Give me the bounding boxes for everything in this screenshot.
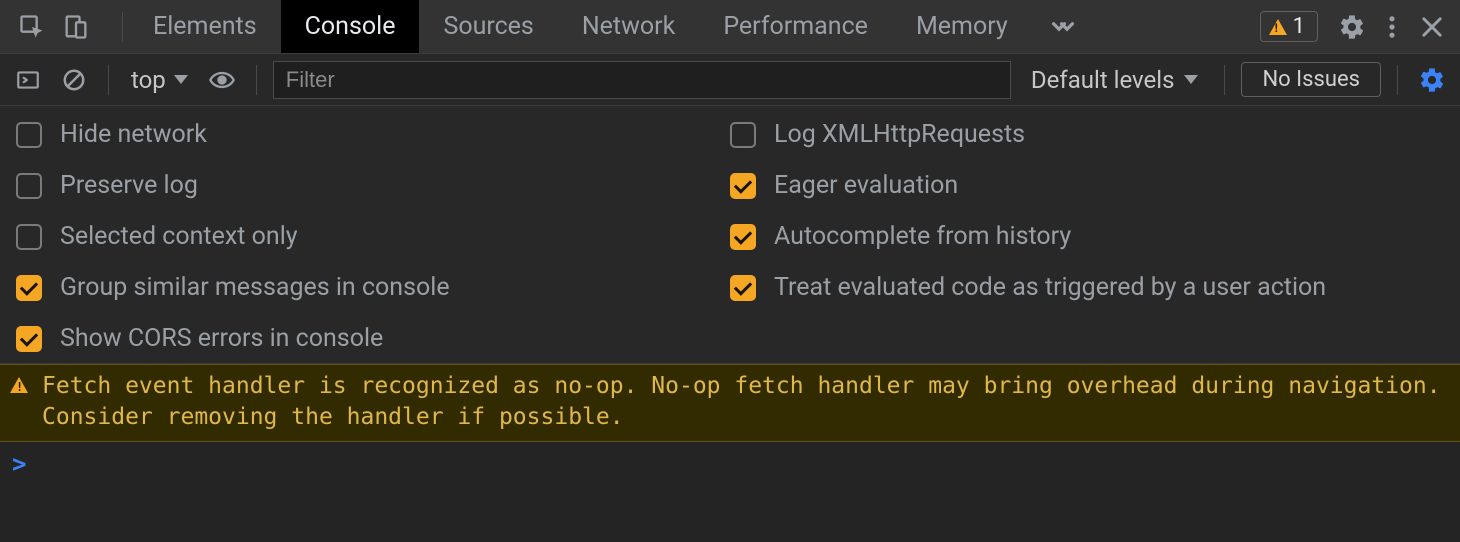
console-settings-panel: Hide network Log XMLHttpRequests Preserv…	[0, 106, 1460, 364]
toggle-console-sidebar-icon[interactable]	[10, 62, 46, 98]
setting-treat-evaluated-user-action[interactable]: Treat evaluated code as triggered by a u…	[730, 273, 1444, 302]
tab-console[interactable]: Console	[281, 0, 420, 53]
setting-label: Log XMLHttpRequests	[774, 120, 1025, 149]
chevron-down-icon	[174, 75, 188, 84]
chevron-down-icon	[1184, 75, 1198, 84]
device-toolbar-icon[interactable]	[56, 7, 96, 47]
checkbox-icon	[730, 122, 756, 148]
setting-label: Autocomplete from history	[774, 222, 1071, 251]
checkbox-icon	[16, 173, 42, 199]
checkbox-icon	[16, 122, 42, 148]
context-label: top	[131, 66, 166, 94]
tab-overflow[interactable]	[1032, 0, 1094, 53]
live-expression-icon[interactable]	[204, 62, 240, 98]
setting-label: Selected context only	[60, 222, 298, 251]
setting-label: Eager evaluation	[774, 171, 958, 200]
setting-label: Show CORS errors in console	[60, 324, 383, 353]
log-levels-selector[interactable]: Default levels	[1021, 66, 1209, 94]
checkbox-icon	[730, 275, 756, 301]
inspect-element-icon[interactable]	[12, 7, 52, 47]
warning-triangle-icon	[10, 377, 28, 393]
close-devtools-icon[interactable]	[1412, 7, 1452, 47]
warning-triangle-icon	[1269, 19, 1287, 35]
divider	[108, 65, 109, 95]
setting-autocomplete-history[interactable]: Autocomplete from history	[730, 222, 1444, 251]
console-toolbar: top Default levels No Issues	[0, 54, 1460, 106]
checkbox-icon	[16, 224, 42, 250]
console-prompt[interactable]: >	[0, 442, 1460, 486]
levels-label: Default levels	[1031, 66, 1175, 94]
warning-message-text: Fetch event handler is recognized as no-…	[42, 371, 1448, 433]
console-warning-row[interactable]: Fetch event handler is recognized as no-…	[0, 364, 1460, 442]
divider	[1397, 65, 1398, 95]
setting-preserve-log[interactable]: Preserve log	[16, 171, 730, 200]
warning-count: 1	[1293, 14, 1305, 39]
setting-selected-context-only[interactable]: Selected context only	[16, 222, 730, 251]
prompt-caret-icon: >	[12, 450, 26, 478]
tab-performance[interactable]: Performance	[699, 0, 892, 53]
setting-label: Preserve log	[60, 171, 198, 200]
setting-eager-evaluation[interactable]: Eager evaluation	[730, 171, 1444, 200]
warning-count-badge[interactable]: 1	[1260, 11, 1318, 42]
setting-label: Treat evaluated code as triggered by a u…	[774, 273, 1326, 302]
tab-sources[interactable]: Sources	[419, 0, 557, 53]
checkbox-icon	[730, 224, 756, 250]
kebab-menu-icon[interactable]	[1372, 7, 1412, 47]
checkbox-icon	[730, 173, 756, 199]
divider	[1224, 65, 1225, 95]
setting-group-similar[interactable]: Group similar messages in console	[16, 273, 730, 302]
setting-log-xhr[interactable]: Log XMLHttpRequests	[730, 120, 1444, 149]
settings-gear-icon[interactable]	[1332, 7, 1372, 47]
setting-hide-network[interactable]: Hide network	[16, 120, 730, 149]
setting-label: Hide network	[60, 120, 207, 149]
checkbox-icon	[16, 326, 42, 352]
tab-network[interactable]: Network	[558, 0, 699, 53]
divider	[256, 65, 257, 95]
tab-memory[interactable]: Memory	[892, 0, 1032, 53]
execution-context-selector[interactable]: top	[125, 66, 194, 94]
devtools-tabbar: Elements Console Sources Network Perform…	[0, 0, 1460, 54]
filter-input[interactable]	[273, 61, 1011, 99]
setting-show-cors-errors[interactable]: Show CORS errors in console	[16, 324, 730, 353]
clear-console-icon[interactable]	[56, 62, 92, 98]
console-settings-gear-icon[interactable]	[1414, 62, 1450, 98]
checkbox-icon	[16, 275, 42, 301]
divider	[122, 12, 123, 42]
tab-elements[interactable]: Elements	[129, 0, 281, 53]
issues-button[interactable]: No Issues	[1241, 62, 1381, 97]
setting-label: Group similar messages in console	[60, 273, 450, 302]
